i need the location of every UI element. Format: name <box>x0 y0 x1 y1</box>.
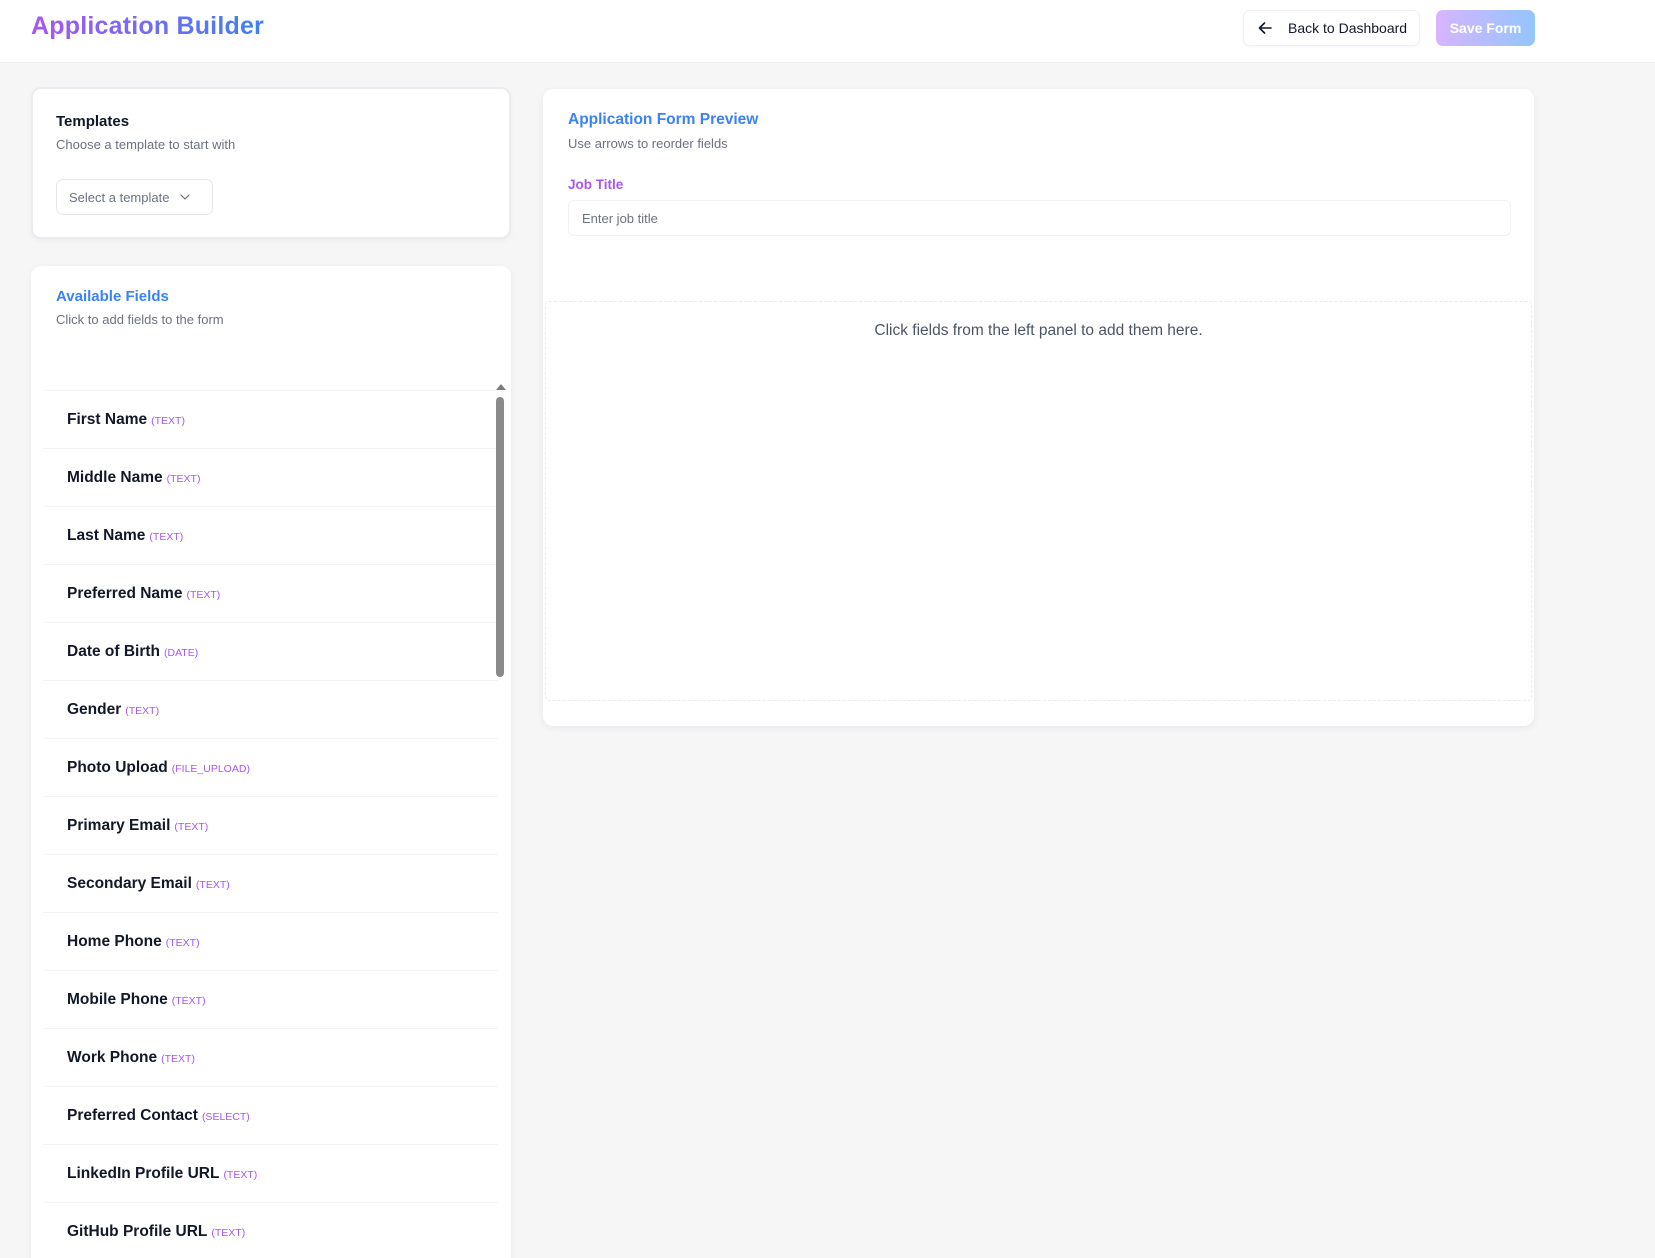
preview-subtitle: Use arrows to reorder fields <box>568 136 728 151</box>
field-item[interactable]: Photo Upload (FILE_UPLOAD) <box>43 738 498 796</box>
field-item-type: (TEXT) <box>166 473 201 485</box>
field-item-type: (FILE_UPLOAD) <box>171 763 250 775</box>
field-item[interactable]: Last Name (TEXT) <box>43 506 498 564</box>
field-item-type: (TEXT) <box>186 589 221 601</box>
field-item[interactable]: GitHub Profile URL (TEXT) <box>43 1202 498 1258</box>
save-form-button[interactable]: Save Form <box>1436 10 1535 46</box>
field-item-name: Secondary Email <box>67 874 192 892</box>
field-item-name: Middle Name <box>67 468 163 486</box>
field-item[interactable]: Middle Name (TEXT) <box>43 448 498 506</box>
templates-card: Templates Choose a template to start wit… <box>31 87 511 239</box>
field-item-type: (TEXT) <box>165 937 200 949</box>
field-item-type: (TEXT) <box>174 821 209 833</box>
field-dropzone[interactable]: Click fields from the left panel to add … <box>545 301 1532 701</box>
template-select[interactable]: Select a template <box>56 179 213 215</box>
field-item-name: Primary Email <box>67 816 171 834</box>
field-list-scrollbar[interactable] <box>491 380 509 1258</box>
app-brand-title: Application Builder <box>31 12 264 40</box>
field-item-type: (SELECT) <box>201 1111 250 1123</box>
chevron-down-icon <box>180 194 191 200</box>
field-item-name: Gender <box>67 700 122 718</box>
field-item[interactable]: First Name (TEXT) <box>43 390 498 448</box>
field-item-name: Work Phone <box>67 1048 158 1066</box>
field-item[interactable]: Date of Birth (DATE) <box>43 622 498 680</box>
field-item-name: First Name <box>67 410 148 428</box>
dropzone-empty-text: Click fields from the left panel to add … <box>874 322 1203 339</box>
field-item-name: Home Phone <box>67 932 162 950</box>
top-header: Application Builder Back to Dashboard Sa… <box>0 0 1655 63</box>
field-item-type: (TEXT) <box>195 879 230 891</box>
field-item[interactable]: Preferred Name (TEXT) <box>43 564 498 622</box>
field-item-name: Preferred Contact <box>67 1106 198 1124</box>
back-button-label: Back to Dashboard <box>1288 20 1408 36</box>
preview-title: Application Form Preview <box>568 111 759 128</box>
job-title-input[interactable] <box>568 200 1511 236</box>
field-item[interactable]: Primary Email (TEXT) <box>43 796 498 854</box>
field-item-name: Preferred Name <box>67 584 183 602</box>
field-item[interactable]: Home Phone (TEXT) <box>43 912 498 970</box>
field-item-name: Mobile Phone <box>67 990 168 1008</box>
field-list: First Name (TEXT) Middle Name (TEXT) Last Na… <box>43 390 498 1258</box>
field-item[interactable]: LinkedIn Profile URL (TEXT) <box>43 1144 498 1202</box>
field-item-type: (TEXT) <box>223 1169 258 1181</box>
field-item[interactable]: Secondary Email (TEXT) <box>43 854 498 912</box>
available-fields-subtitle: Click to add fields to the form <box>56 312 224 327</box>
field-item[interactable]: Gender (TEXT) <box>43 680 498 738</box>
field-item-type: (TEXT) <box>211 1227 246 1239</box>
field-item-type: (TEXT) <box>161 1053 195 1065</box>
field-item-name: GitHub Profile URL <box>67 1222 208 1240</box>
available-fields-title: Available Fields <box>56 288 169 305</box>
field-item-name: Last Name <box>67 526 146 544</box>
field-item-type: (TEXT) <box>151 415 185 427</box>
scrollbar-thumb[interactable] <box>496 397 504 677</box>
field-item-type: (TEXT) <box>125 705 160 717</box>
job-title-label: Job Title <box>568 177 624 192</box>
field-item-type: (TEXT) <box>149 531 184 543</box>
scroll-up-arrow-icon[interactable] <box>496 384 506 390</box>
field-item-name: Photo Upload <box>67 758 168 776</box>
field-item[interactable]: Preferred Contact (SELECT) <box>43 1086 498 1144</box>
field-item-name: Date of Birth <box>67 642 160 660</box>
form-preview-card: Application Form Preview Use arrows to r… <box>543 89 1534 726</box>
arrow-left-icon <box>1258 19 1276 37</box>
template-select-value: Select a template <box>69 189 170 205</box>
field-item[interactable]: Mobile Phone (TEXT) <box>43 970 498 1028</box>
field-item-name: LinkedIn Profile URL <box>67 1164 220 1182</box>
available-fields-card: Available Fields Click to add fields to … <box>31 266 511 1258</box>
field-item-type: (DATE) <box>164 647 199 659</box>
templates-subtitle: Choose a template to start with <box>56 137 236 152</box>
field-item-type: (TEXT) <box>171 995 206 1007</box>
templates-title: Templates <box>56 113 130 130</box>
back-to-dashboard-button[interactable]: Back to Dashboard <box>1243 10 1420 46</box>
field-item[interactable]: Work Phone (TEXT) <box>43 1028 498 1086</box>
